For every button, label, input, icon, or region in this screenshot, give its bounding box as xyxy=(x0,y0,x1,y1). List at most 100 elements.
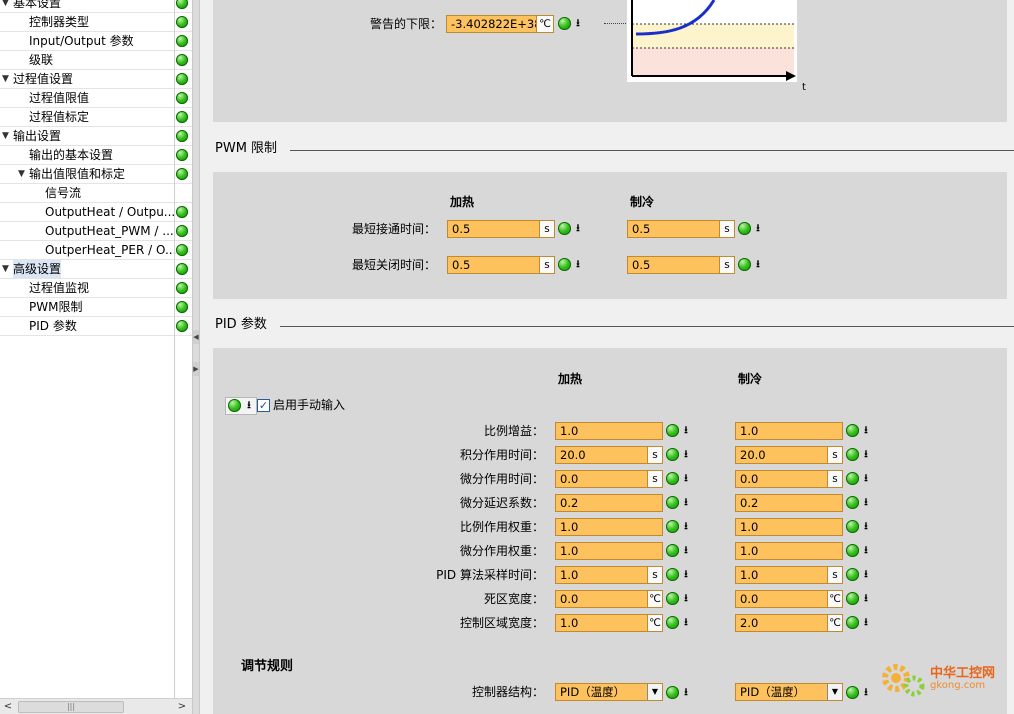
download-icon[interactable]: ⭳ xyxy=(681,568,691,581)
tree-item[interactable]: ▼ 高级设置 xyxy=(0,260,174,279)
pid-cool-field[interactable]: 0.2 xyxy=(735,494,843,512)
pwm-heat-field[interactable]: 0.5 s xyxy=(447,220,555,238)
tree-item[interactable]: PWM限制 xyxy=(0,298,174,317)
tree-item[interactable]: 过程值限值 xyxy=(0,89,174,108)
pwm-heat-field[interactable]: 0.5 s xyxy=(447,256,555,274)
pid-heat-header: 加热 xyxy=(558,372,583,386)
tree-item-label: Input/Output 参数 xyxy=(29,34,134,48)
scroll-left-button[interactable]: < xyxy=(0,699,16,714)
download-icon[interactable]: ⭳ xyxy=(681,520,691,533)
download-icon[interactable]: ⭳ xyxy=(861,448,871,461)
expanded-arrow-icon[interactable]: ▼ xyxy=(2,0,9,13)
download-icon[interactable]: ⭳ xyxy=(573,258,583,271)
tree-item-label: 输出的基本设置 xyxy=(29,148,114,162)
status-ok-icon xyxy=(846,592,859,605)
pid-cool-field[interactable]: 1.0 xyxy=(735,518,843,536)
tree-item[interactable]: 信号流 xyxy=(0,184,174,203)
tree-item[interactable]: 过程值监视 xyxy=(0,279,174,298)
download-icon[interactable]: ⭳ xyxy=(681,424,691,437)
manual-entry-checkbox[interactable]: ✓ xyxy=(257,399,270,412)
download-icon[interactable]: ⭳ xyxy=(681,448,691,461)
tree-item[interactable]: ▼ 输出设置 xyxy=(0,127,174,146)
pid-heat-field[interactable]: 1.0 ℃ xyxy=(555,614,663,632)
scroll-right-button[interactable]: > xyxy=(174,699,190,714)
warning-low-unit: ℃ xyxy=(536,16,553,32)
download-icon[interactable]: ⭳ xyxy=(244,399,254,412)
expanded-arrow-icon[interactable]: ▼ xyxy=(2,260,9,279)
download-icon[interactable]: ⭳ xyxy=(573,222,583,235)
scroll-thumb[interactable]: ||| xyxy=(18,701,124,713)
chevron-down-icon[interactable]: ▼ xyxy=(827,684,842,700)
pid-cool-field[interactable]: 20.0 s xyxy=(735,446,843,464)
pid-heat-field[interactable]: 1.0 xyxy=(555,518,663,536)
tree-item[interactable]: OutperHeat_PER / O... xyxy=(0,241,176,260)
pid-cool-field[interactable]: 0.0 ℃ xyxy=(735,590,843,608)
pid-heat-unit: ℃ xyxy=(647,615,662,631)
pid-section-title: PID 参数 xyxy=(215,317,267,332)
download-icon[interactable]: ⭳ xyxy=(681,472,691,485)
pid-heat-field[interactable]: 0.2 xyxy=(555,494,663,512)
download-icon[interactable]: ⭳ xyxy=(861,686,871,699)
controller-structure-heat-select[interactable]: PID（温度） ▼ xyxy=(555,683,663,701)
download-icon[interactable]: ⭳ xyxy=(861,424,871,437)
download-icon[interactable]: ⭳ xyxy=(861,568,871,581)
download-icon[interactable]: ⭳ xyxy=(861,496,871,509)
tree-item[interactable]: ▼ 输出值限值和标定 xyxy=(0,165,174,184)
pid-cool-field[interactable]: 1.0 xyxy=(735,422,843,440)
download-icon[interactable]: ⭳ xyxy=(681,544,691,557)
pid-heat-field[interactable]: 0.0 s xyxy=(555,470,663,488)
collapse-left-icon[interactable]: ◀ xyxy=(193,330,199,344)
download-icon[interactable]: ⭳ xyxy=(681,592,691,605)
pid-row-label: 微分作用时间： xyxy=(459,472,544,486)
pid-cool-field[interactable]: 1.0 s xyxy=(735,566,843,584)
download-icon[interactable]: ⭳ xyxy=(753,258,763,271)
tree-item[interactable]: 级联 xyxy=(0,51,174,70)
panel-splitter[interactable]: ◀ ▶ xyxy=(192,0,200,714)
download-icon[interactable]: ⭳ xyxy=(861,520,871,533)
pid-heat-field[interactable]: 0.0 ℃ xyxy=(555,590,663,608)
pid-heat-field[interactable]: 1.0 xyxy=(555,542,663,560)
tree-item[interactable]: 控制器类型 xyxy=(0,13,174,32)
download-icon[interactable]: ⭳ xyxy=(681,686,691,699)
expanded-arrow-icon[interactable]: ▼ xyxy=(2,127,9,146)
collapse-right-icon[interactable]: ▶ xyxy=(193,362,199,376)
tree-item-label: 过程值标定 xyxy=(29,110,90,124)
tree-item[interactable]: 输出的基本设置 xyxy=(0,146,174,165)
download-icon[interactable]: ⭳ xyxy=(861,472,871,485)
tree-item[interactable]: PID 参数 xyxy=(0,317,174,336)
download-icon[interactable]: ⭳ xyxy=(753,222,763,235)
tree-item[interactable]: Input/Output 参数 xyxy=(0,32,174,51)
pwm-heat-unit: s xyxy=(539,257,554,273)
expanded-arrow-icon[interactable]: ▼ xyxy=(2,70,9,89)
pid-heat-field[interactable]: 1.0 xyxy=(555,422,663,440)
tree-item[interactable]: ▼ 过程值设置 xyxy=(0,70,174,89)
chevron-down-icon[interactable]: ▼ xyxy=(647,684,662,700)
pid-heat-field[interactable]: 1.0 s xyxy=(555,566,663,584)
pid-heat-field[interactable]: 20.0 s xyxy=(555,446,663,464)
warning-low-field[interactable]: -3.402822E+38 ℃ xyxy=(446,15,554,33)
tree-horizontal-scrollbar[interactable]: < ||| > xyxy=(0,698,192,714)
download-icon[interactable]: ⭳ xyxy=(573,17,583,30)
pid-cool-field[interactable]: 1.0 xyxy=(735,542,843,560)
pwm-cool-field[interactable]: 0.5 s xyxy=(627,256,735,274)
controller-structure-cool-select[interactable]: PID（温度） ▼ xyxy=(735,683,843,701)
pid-cool-field[interactable]: 2.0 ℃ xyxy=(735,614,843,632)
pwm-heat-header: 加热 xyxy=(450,195,475,209)
pid-cool-field[interactable]: 0.0 s xyxy=(735,470,843,488)
watermark: 中华工控网 gkong.com xyxy=(878,660,1008,700)
download-icon[interactable]: ⭳ xyxy=(681,616,691,629)
download-icon[interactable]: ⭳ xyxy=(861,544,871,557)
tree-item[interactable]: 过程值标定 xyxy=(0,108,174,127)
tree-item[interactable]: ▼ 基本设置 xyxy=(0,0,174,13)
status-ok-icon xyxy=(176,54,188,66)
pwm-cool-field[interactable]: 0.5 s xyxy=(627,220,735,238)
download-icon[interactable]: ⭳ xyxy=(861,616,871,629)
tree-item[interactable]: OutputHeat / Outpu... xyxy=(0,203,175,222)
controller-structure-cool-value: PID（温度） xyxy=(740,685,806,699)
expanded-arrow-icon[interactable]: ▼ xyxy=(18,165,25,184)
download-icon[interactable]: ⭳ xyxy=(681,496,691,509)
download-icon[interactable]: ⭳ xyxy=(861,592,871,605)
status-ok-icon xyxy=(176,244,188,256)
tree-item[interactable]: OutputHeat_PWM / ... xyxy=(0,222,174,241)
chart-axis-t-label: t xyxy=(802,82,806,93)
